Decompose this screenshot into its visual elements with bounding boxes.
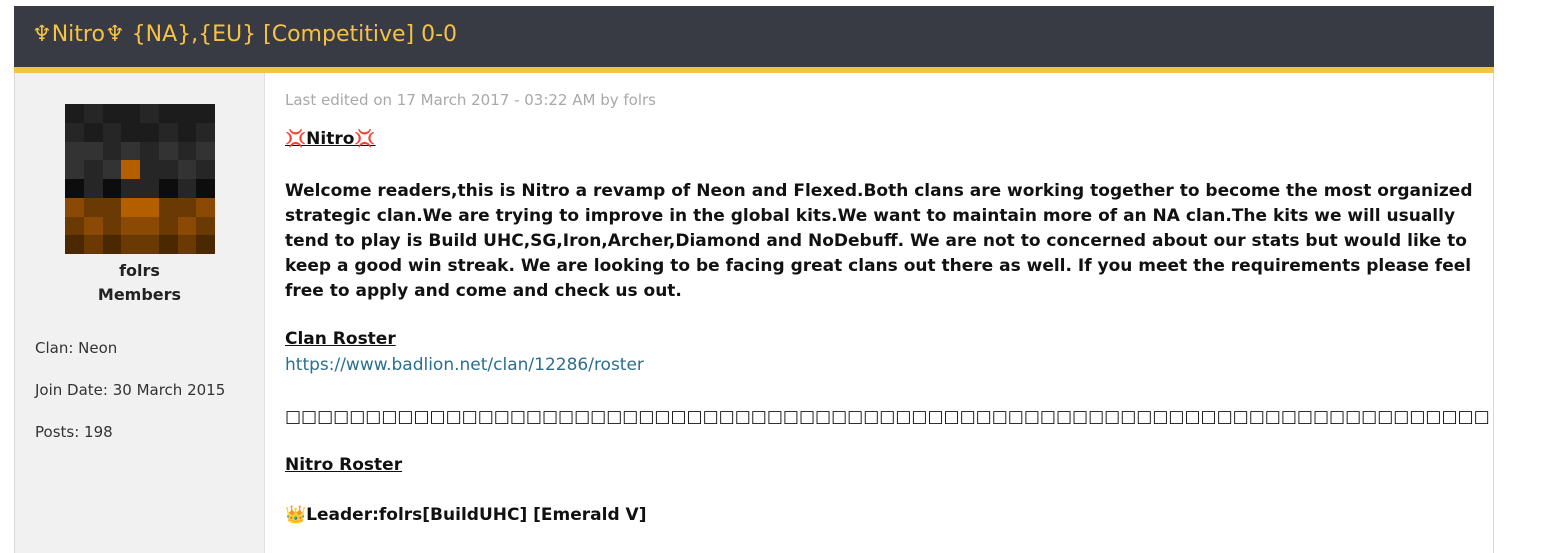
- avatar-pixel: [121, 197, 140, 217]
- avatar-pixel: [158, 216, 178, 236]
- avatar-pixel: [121, 160, 140, 179]
- avatar-pixel: [83, 235, 103, 254]
- thread-title: ♆Nitro♆ {NA},{EU} [Competitive] 0-0: [32, 22, 458, 47]
- avatar-pixel: [83, 216, 103, 236]
- user-group: Members: [97, 285, 182, 304]
- avatar-pixel: [158, 179, 178, 198]
- avatar-pixel: [140, 197, 159, 217]
- avatar-pixel: [158, 141, 178, 161]
- avatar-pixel: [177, 122, 197, 142]
- post-body: Welcome readers,this is Nitro a revamp o…: [285, 181, 1473, 301]
- avatar-pixel: [102, 216, 122, 236]
- avatar-pixel: [83, 104, 103, 123]
- avatar-pixel: [177, 179, 197, 198]
- avatar-pixel: [177, 104, 197, 123]
- username[interactable]: folrs: [15, 261, 264, 280]
- avatar-pixel: [140, 179, 159, 198]
- avatar-pixel: [65, 179, 84, 198]
- clan-roster-link[interactable]: https://www.badlion.net/clan/12286/roste…: [285, 355, 644, 375]
- forum-post: folrs Members Clan: Neon Join Date: 30 M…: [14, 73, 1494, 553]
- avatar-pixel: [196, 197, 215, 217]
- avatar-pixel: [121, 216, 140, 236]
- avatar-pixel: [83, 141, 103, 161]
- avatar-pixel: [158, 104, 178, 123]
- avatar-pixel: [196, 179, 215, 198]
- avatar-pixel: [121, 104, 140, 123]
- last-edited-note: Last edited on 17 March 2017 - 03:22 AM …: [285, 91, 656, 109]
- avatar-pixel: [121, 235, 140, 254]
- post-content: Last edited on 17 March 2017 - 03:22 AM …: [285, 73, 1491, 553]
- nitro-roster-heading: Nitro Roster: [285, 455, 403, 475]
- avatar-pixel: [65, 141, 84, 161]
- avatar-pixel: [83, 160, 103, 179]
- avatar-pixel: [65, 216, 84, 236]
- avatar-pixel: [121, 141, 140, 161]
- avatar-pixel: [177, 197, 197, 217]
- avatar-pixel: [65, 104, 84, 123]
- leader-line: 👑Leader:folrs[BuildUHC] [Emerald V]: [285, 505, 647, 525]
- avatar-pixel: [83, 197, 103, 217]
- avatar-pixel: [196, 160, 215, 179]
- avatar-pixel: [102, 235, 122, 254]
- avatar-pixel: [158, 197, 178, 217]
- user-posts: Posts: 198: [35, 423, 113, 441]
- avatar-pixel: [177, 160, 197, 179]
- avatar-pixel: [177, 235, 197, 254]
- post-heading: 💢Nitro💢: [285, 129, 376, 149]
- avatar-pixel: [140, 235, 159, 254]
- avatar-pixel: [140, 141, 159, 161]
- avatar-pixel: [140, 104, 159, 123]
- avatar-pixel: [196, 216, 215, 236]
- clan-roster-heading: Clan Roster: [285, 329, 396, 349]
- separator-line: □□□□□□□□□□□□□□□□□□□□□□□□□□□□□□□□□□□□□□□□…: [285, 407, 1491, 427]
- avatar-pixel: [158, 160, 178, 179]
- avatar-pixel: [65, 197, 84, 217]
- avatar-pixel: [140, 216, 159, 236]
- user-info-panel: folrs Members Clan: Neon Join Date: 30 M…: [15, 73, 265, 553]
- avatar[interactable]: [65, 104, 215, 254]
- avatar-pixel: [102, 179, 122, 198]
- avatar-pixel: [65, 235, 84, 254]
- avatar-pixel: [158, 235, 178, 254]
- avatar-pixel: [158, 122, 178, 142]
- avatar-pixel: [65, 122, 84, 142]
- avatar-pixel: [121, 122, 140, 142]
- avatar-pixel: [196, 235, 215, 254]
- avatar-pixel: [121, 179, 140, 198]
- thread-header: ♆Nitro♆ {NA},{EU} [Competitive] 0-0: [14, 6, 1494, 73]
- avatar-pixel: [140, 122, 159, 142]
- avatar-pixel: [177, 216, 197, 236]
- user-clan: Clan: Neon: [35, 339, 118, 357]
- user-join-date: Join Date: 30 March 2015: [35, 381, 226, 399]
- avatar-pixel: [65, 160, 84, 179]
- avatar-pixel: [140, 160, 159, 179]
- avatar-pixel: [196, 104, 215, 123]
- avatar-pixel: [102, 122, 122, 142]
- avatar-pixel: [102, 197, 122, 217]
- avatar-pixel: [177, 141, 197, 161]
- avatar-pixel: [102, 160, 122, 179]
- avatar-pixel: [83, 122, 103, 142]
- avatar-pixel: [196, 141, 215, 161]
- avatar-pixel: [102, 141, 122, 161]
- avatar-pixel: [196, 122, 215, 142]
- avatar-pixel: [102, 104, 122, 123]
- avatar-pixel: [83, 179, 103, 198]
